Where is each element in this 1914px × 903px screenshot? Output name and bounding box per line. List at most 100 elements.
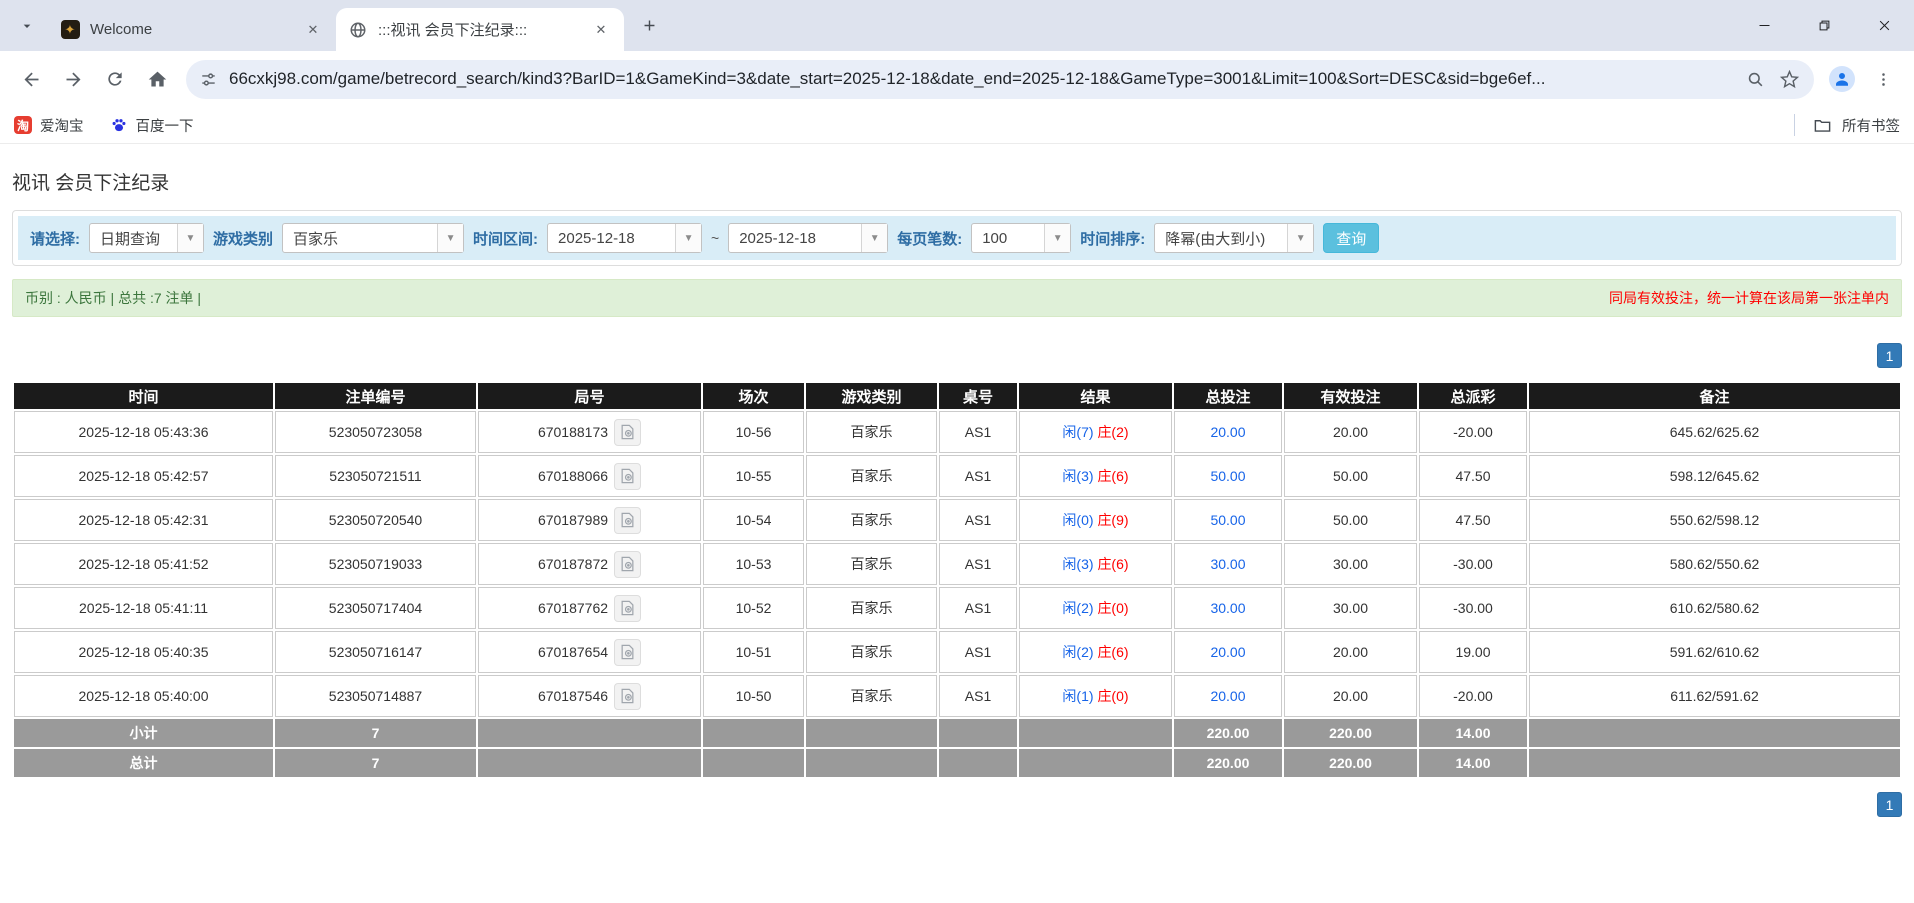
address-bar[interactable]: 66cxkj98.com/game/betrecord_search/kind3…	[186, 60, 1814, 99]
home-button[interactable]	[136, 58, 178, 100]
video-record-icon[interactable]	[614, 463, 641, 490]
round-id: 670187654	[478, 631, 701, 673]
globe-icon	[348, 20, 368, 40]
table-row: 2025-12-18 05:41:52 523050719033 6701878…	[14, 543, 1900, 585]
forward-button[interactable]	[52, 58, 94, 100]
site-settings-icon[interactable]	[200, 71, 217, 88]
table-code: AS1	[939, 543, 1017, 585]
date-range-label: 时间区间:	[473, 228, 538, 249]
url-text[interactable]: 66cxkj98.com/game/betrecord_search/kind3…	[229, 69, 1726, 89]
new-tab-button[interactable]	[632, 9, 666, 43]
page-1-button[interactable]: 1	[1877, 343, 1902, 368]
game-type: 百家乐	[806, 631, 937, 673]
game-type: 百家乐	[806, 587, 937, 629]
sort-select[interactable]: 降幂(由大到小) ▼	[1154, 223, 1314, 253]
restore-button[interactable]	[1794, 0, 1854, 51]
page-size-select[interactable]: 100 ▼	[971, 223, 1071, 253]
bookmark-baidu[interactable]: 百度一下	[110, 115, 194, 136]
valid-bet: 30.00	[1284, 587, 1417, 629]
tab-search-button[interactable]	[10, 9, 44, 43]
game-type-label: 游戏类别	[213, 228, 273, 249]
col-table: 桌号	[939, 383, 1017, 409]
menu-icon[interactable]	[1862, 58, 1904, 100]
payout: -30.00	[1419, 543, 1527, 585]
close-icon[interactable]: ✕	[302, 19, 324, 41]
subtotal-row: 小计 7 220.00 220.00 14.00	[14, 719, 1900, 747]
note: 645.62/625.62	[1529, 411, 1900, 453]
col-round: 局号	[478, 383, 701, 409]
filter-panel: 请选择: 日期查询 ▼ 游戏类别 百家乐 ▼ 时间区间: 2025-12-18 …	[12, 210, 1902, 266]
table-code: AS1	[939, 411, 1017, 453]
bet-time: 2025-12-18 05:42:31	[14, 499, 273, 541]
page-1-button[interactable]: 1	[1877, 792, 1902, 817]
bet-time: 2025-12-18 05:40:00	[14, 675, 273, 717]
result: 闲(1) 庄(0)	[1019, 675, 1172, 717]
bet-id: 523050714887	[275, 675, 476, 717]
tab-welcome[interactable]: ✦ Welcome ✕	[48, 8, 336, 51]
bookmark-aitaobao[interactable]: 淘 爱淘宝	[14, 115, 84, 136]
minimize-button[interactable]	[1734, 0, 1794, 51]
chevron-down-icon[interactable]: ▼	[1287, 224, 1313, 252]
bookmark-star-icon[interactable]	[1772, 62, 1806, 96]
search-button[interactable]: 查询	[1323, 223, 1379, 253]
tab-bet-records[interactable]: :::视讯 会员下注纪录::: ✕	[336, 8, 624, 51]
chevron-down-icon[interactable]: ▼	[675, 224, 701, 252]
table-row: 2025-12-18 05:42:57 523050721511 6701880…	[14, 455, 1900, 497]
zoom-level-icon[interactable]	[1738, 62, 1772, 96]
query-type-select[interactable]: 日期查询 ▼	[89, 223, 204, 253]
valid-bet: 20.00	[1284, 675, 1417, 717]
currency-summary: 币别 : 人民币 | 总共 :7 注单 |	[25, 288, 201, 308]
tab-strip: ✦ Welcome ✕ :::视讯 会员下注纪录::: ✕	[0, 0, 1914, 51]
chevron-down-icon[interactable]: ▼	[437, 224, 463, 252]
bet-records-table: 时间 注单编号 局号 场次 游戏类别 桌号 结果 总投注 有效投注 总派彩 备注…	[12, 381, 1902, 779]
total-bet: 20.00	[1174, 631, 1282, 673]
reload-button[interactable]	[94, 58, 136, 100]
back-button[interactable]	[10, 58, 52, 100]
video-record-icon[interactable]	[614, 551, 641, 578]
page-size-label: 每页笔数:	[897, 228, 962, 249]
window-controls	[1734, 0, 1914, 51]
video-record-icon[interactable]	[614, 639, 641, 666]
video-record-icon[interactable]	[614, 683, 641, 710]
chevron-down-icon[interactable]: ▼	[861, 224, 887, 252]
note: 611.62/591.62	[1529, 675, 1900, 717]
table-row: 2025-12-18 05:41:11 523050717404 6701877…	[14, 587, 1900, 629]
col-session: 场次	[703, 383, 804, 409]
page-content: 视讯 会员下注纪录 请选择: 日期查询 ▼ 游戏类别 百家乐 ▼ 时间区间: 2…	[0, 144, 1914, 903]
video-record-icon[interactable]	[614, 507, 641, 534]
chevron-down-icon[interactable]: ▼	[1044, 224, 1070, 252]
session: 10-56	[703, 411, 804, 453]
round-id: 670187546	[478, 675, 701, 717]
video-record-icon[interactable]	[614, 419, 641, 446]
bet-time: 2025-12-18 05:43:36	[14, 411, 273, 453]
payout: -30.00	[1419, 587, 1527, 629]
game-type: 百家乐	[806, 499, 937, 541]
notice-text: 同局有效投注，统一计算在该局第一张注单内	[1609, 288, 1889, 308]
total-bet: 50.00	[1174, 455, 1282, 497]
folder-icon	[1813, 116, 1832, 135]
video-record-icon[interactable]	[614, 595, 641, 622]
all-bookmarks[interactable]: 所有书签	[1794, 114, 1900, 136]
pagination-bottom: 1	[12, 792, 1902, 817]
valid-bet: 20.00	[1284, 411, 1417, 453]
bookmarks-bar: 淘 爱淘宝 百度一下 所有书签	[0, 107, 1914, 144]
browser-window: ✦ Welcome ✕ :::视讯 会员下注纪录::: ✕	[0, 0, 1914, 903]
col-game-type: 游戏类别	[806, 383, 937, 409]
table-header-row: 时间 注单编号 局号 场次 游戏类别 桌号 结果 总投注 有效投注 总派彩 备注	[14, 383, 1900, 409]
date-end-input[interactable]: 2025-12-18 ▼	[728, 223, 888, 253]
session: 10-50	[703, 675, 804, 717]
bet-id: 523050719033	[275, 543, 476, 585]
taobao-icon: 淘	[14, 116, 32, 134]
round-id: 670188066	[478, 455, 701, 497]
game-type: 百家乐	[806, 455, 937, 497]
game-type: 百家乐	[806, 411, 937, 453]
close-icon[interactable]: ✕	[590, 19, 612, 41]
page-title: 视讯 会员下注纪录	[12, 168, 1902, 195]
total-bet: 30.00	[1174, 587, 1282, 629]
chevron-down-icon[interactable]: ▼	[177, 224, 203, 252]
profile-avatar[interactable]	[1822, 59, 1862, 99]
date-start-input[interactable]: 2025-12-18 ▼	[547, 223, 702, 253]
game-type-select[interactable]: 百家乐 ▼	[282, 223, 464, 253]
col-time: 时间	[14, 383, 273, 409]
close-window-button[interactable]	[1854, 0, 1914, 51]
